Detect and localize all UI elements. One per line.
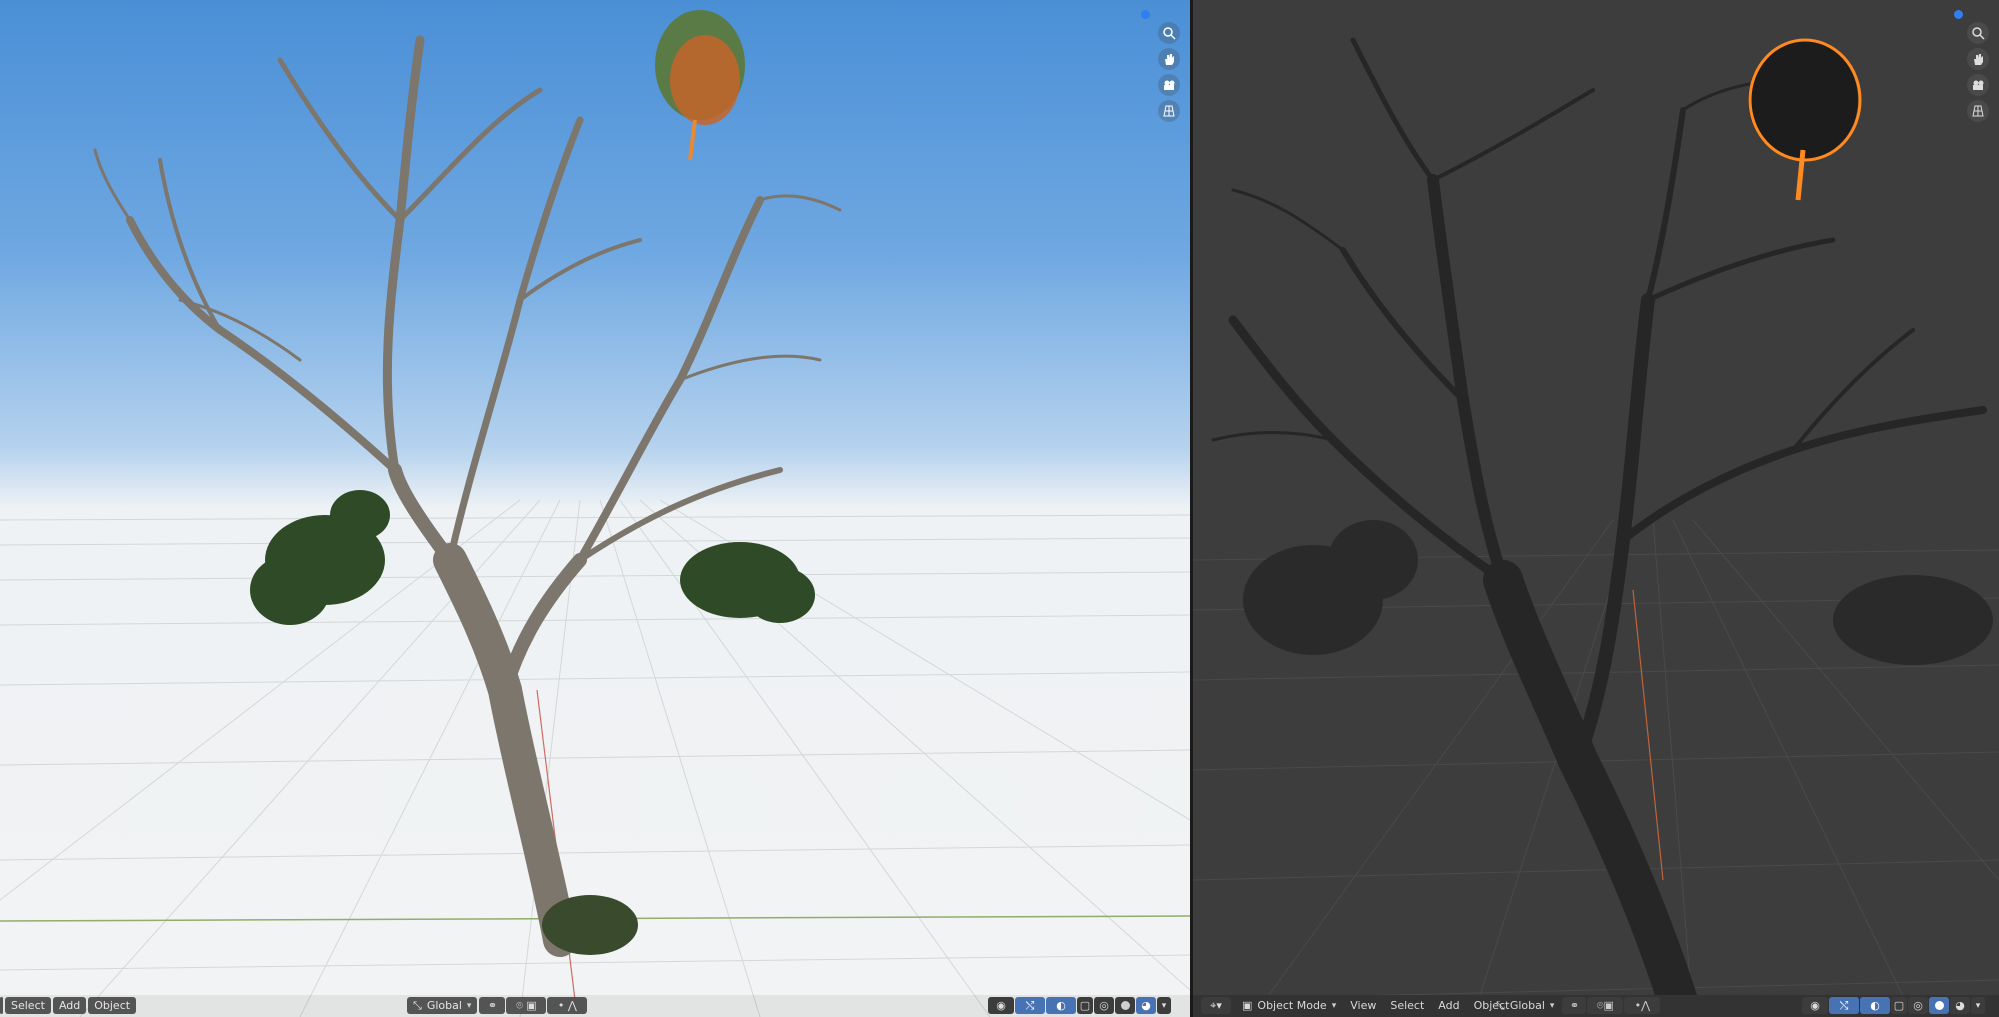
chevron-down-icon: ▾ bbox=[466, 1000, 472, 1011]
select-menu[interactable]: Select bbox=[1384, 997, 1430, 1014]
scene-canvas-right[interactable] bbox=[1193, 0, 1999, 1017]
orientation-label: Global bbox=[1509, 999, 1545, 1012]
object-mode-icon: ▣ bbox=[1242, 999, 1253, 1012]
overlay-icon: ◐ bbox=[1056, 999, 1066, 1012]
proportional-editing-button[interactable]: • ⋀ bbox=[547, 997, 588, 1014]
tree-object[interactable] bbox=[93, 35, 842, 957]
eye-icon: ◉ bbox=[1810, 999, 1820, 1012]
material-icon: ◕ bbox=[1141, 999, 1151, 1012]
chevron-down-icon: ▾ bbox=[1331, 1000, 1337, 1011]
zoom-icon[interactable] bbox=[1158, 22, 1180, 44]
viewport-header-left: Select Add Object ⤡ Global ▾ ⚭ ⌾ ▣ • ⋀ ◉… bbox=[0, 995, 1190, 1017]
scene-canvas-left[interactable] bbox=[0, 0, 1190, 1017]
mode-dropdown[interactable]: ▣ Object Mode ▾ bbox=[1236, 997, 1342, 1014]
zoom-icon[interactable] bbox=[1967, 22, 1989, 44]
camera-icon[interactable] bbox=[1158, 74, 1180, 96]
gizmo-toggle[interactable]: ⤭ bbox=[1015, 997, 1045, 1014]
selected-leaf-cluster[interactable] bbox=[1748, 38, 1862, 201]
transform-orientation-dropdown[interactable]: ⤡ Global ▾ bbox=[1490, 997, 1560, 1014]
shading-options[interactable]: ▾ bbox=[1157, 997, 1171, 1014]
hand-pan-icon[interactable] bbox=[1158, 48, 1180, 70]
mode-label: Object Mode bbox=[1257, 999, 1327, 1012]
magnet-icon: ⌾ ▣ bbox=[516, 998, 537, 1012]
navigation-gizmo bbox=[1158, 22, 1180, 122]
chevron-down-icon: ▾ bbox=[1975, 1000, 1981, 1011]
viewport-material-preview[interactable]: Select Add Object ⤡ Global ▾ ⚭ ⌾ ▣ • ⋀ ◉… bbox=[0, 0, 1190, 1017]
wireframe-icon: ◎ bbox=[1099, 999, 1109, 1012]
xray-icon: ▢ bbox=[1893, 999, 1905, 1012]
object-menu[interactable]: Object bbox=[88, 997, 137, 1014]
xray-toggle[interactable]: ▢ bbox=[1891, 997, 1907, 1014]
axis-gizmo-dot[interactable] bbox=[1954, 10, 1963, 19]
gizmo-icon: ⤭ bbox=[1839, 998, 1849, 1012]
solid-icon bbox=[1934, 1001, 1944, 1010]
snapping-button[interactable]: ⌾▣ bbox=[1587, 997, 1624, 1014]
transform-orientation-dropdown[interactable]: ⤡ Global ▾ bbox=[407, 997, 478, 1014]
falloff-icon: • ⋀ bbox=[557, 999, 577, 1012]
viewport-icon: ⌖▾ bbox=[1210, 998, 1222, 1012]
orientation-icon: ⤡ bbox=[1496, 998, 1505, 1012]
viewport-solid[interactable]: ⌖▾ ▣ Object Mode ▾ View Select Add Objec… bbox=[1193, 0, 1999, 1017]
shading-solid[interactable] bbox=[1929, 997, 1949, 1014]
editor-type-button[interactable]: ⌖▾ bbox=[1201, 997, 1231, 1014]
snapping-button[interactable]: ⌾ ▣ bbox=[506, 997, 547, 1014]
hand-pan-icon[interactable] bbox=[1967, 48, 1989, 70]
chevron-down-icon: ▾ bbox=[1549, 1000, 1555, 1011]
view-menu[interactable]: View bbox=[1344, 997, 1382, 1014]
grid-perspective-icon[interactable] bbox=[1158, 100, 1180, 122]
grid-perspective-icon[interactable] bbox=[1967, 100, 1989, 122]
y-axis-line bbox=[1632, 589, 1664, 881]
visibility-button[interactable]: ◉ bbox=[1802, 997, 1828, 1014]
selected-leaf-cluster[interactable] bbox=[655, 10, 745, 161]
add-menu[interactable]: Add bbox=[1432, 997, 1465, 1014]
select-menu[interactable]: Select bbox=[5, 997, 51, 1014]
falloff-icon: •⋀ bbox=[1634, 999, 1651, 1012]
pivot-point-button[interactable]: ⚭ bbox=[479, 997, 506, 1014]
overlay-toggle[interactable]: ◐ bbox=[1860, 997, 1890, 1014]
chevron-down-icon: ▾ bbox=[1161, 1000, 1167, 1011]
gizmo-toggle[interactable]: ⤭ bbox=[1829, 997, 1859, 1014]
wireframe-icon: ◎ bbox=[1913, 999, 1923, 1012]
eye-icon: ◉ bbox=[996, 999, 1006, 1012]
xray-toggle[interactable]: ▢ bbox=[1077, 997, 1093, 1014]
gizmo-icon: ⤭ bbox=[1025, 998, 1035, 1012]
editor-type-button[interactable] bbox=[0, 997, 3, 1014]
overlay-toggle[interactable]: ◐ bbox=[1046, 997, 1076, 1014]
visibility-button[interactable]: ◉ bbox=[988, 997, 1014, 1014]
shading-material[interactable]: ◕ bbox=[1950, 997, 1970, 1014]
orientation-icon: ⤡ bbox=[413, 998, 422, 1012]
shading-options[interactable]: ▾ bbox=[1971, 997, 1985, 1014]
magnet-icon: ⌾▣ bbox=[1596, 998, 1614, 1012]
camera-icon[interactable] bbox=[1967, 74, 1989, 96]
viewport-header-right: ⌖▾ ▣ Object Mode ▾ View Select Add Objec… bbox=[1193, 995, 1999, 1017]
link-icon: ⚭ bbox=[487, 999, 498, 1012]
shading-wireframe[interactable]: ◎ bbox=[1094, 997, 1114, 1014]
orientation-label: Global bbox=[426, 999, 462, 1012]
navigation-gizmo bbox=[1967, 22, 1989, 122]
pivot-point-button[interactable]: ⚭ bbox=[1562, 997, 1587, 1014]
xray-icon: ▢ bbox=[1079, 999, 1091, 1012]
axis-gizmo-dot[interactable] bbox=[1141, 10, 1150, 19]
shading-material[interactable]: ◕ bbox=[1136, 997, 1156, 1014]
shading-solid[interactable] bbox=[1115, 997, 1135, 1014]
solid-icon bbox=[1120, 1001, 1130, 1010]
proportional-editing-button[interactable]: •⋀ bbox=[1624, 997, 1661, 1014]
add-menu[interactable]: Add bbox=[52, 997, 87, 1014]
material-icon: ◕ bbox=[1955, 999, 1965, 1012]
shading-wireframe[interactable]: ◎ bbox=[1908, 997, 1928, 1014]
link-icon: ⚭ bbox=[1569, 999, 1580, 1012]
overlay-icon: ◐ bbox=[1870, 999, 1880, 1012]
